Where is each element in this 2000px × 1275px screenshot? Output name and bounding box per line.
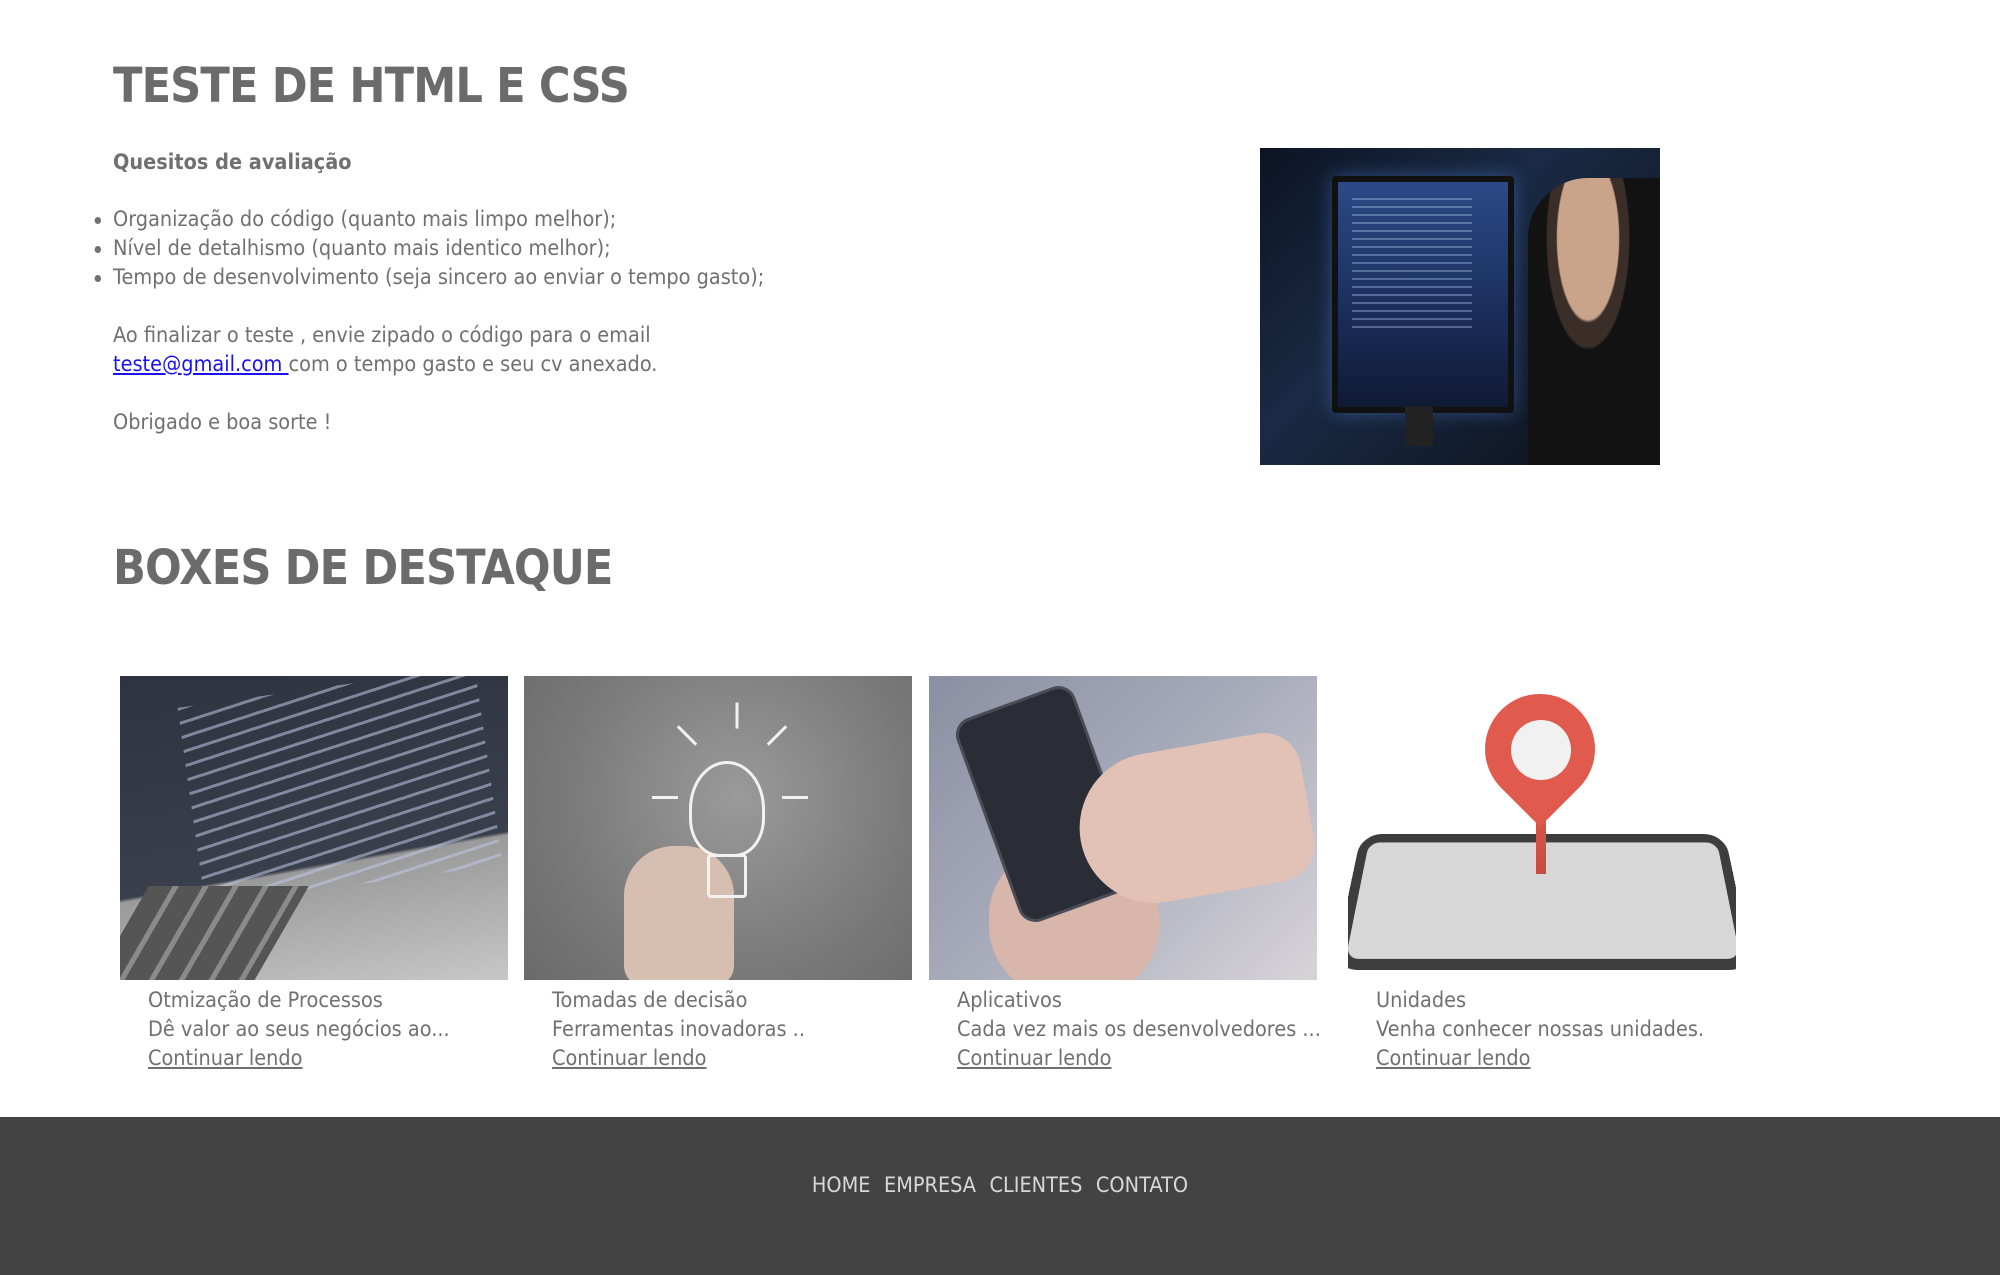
box-title: Otmização de Processos [148, 988, 383, 1012]
footer: HOME EMPRESA CLIENTES CONTATO [0, 1117, 2000, 1275]
light-ray-graphic [652, 796, 678, 799]
developer-graphic [1528, 178, 1660, 465]
instructions-text: Ao finalizar o teste , envie zipado o có… [113, 321, 665, 379]
box-text: Ferramentas inovadoras .. [552, 1017, 805, 1041]
email-link[interactable]: teste@gmail.com [113, 352, 289, 376]
box-caption: Unidades Venha conhecer nossas unidades.… [1376, 986, 1762, 1073]
box-title: Unidades [1376, 988, 1467, 1012]
instructions-before: Ao finalizar o teste , envie zipado o có… [113, 323, 651, 347]
box-title: Tomadas de decisão [552, 988, 748, 1012]
feature-box: Aplicativos Cada vez mais os desenvolved… [929, 676, 1321, 1070]
footer-nav: HOME EMPRESA CLIENTES CONTATO [80, 1173, 1920, 1197]
feature-box: Tomadas de decisão Ferramentas inovadora… [524, 676, 912, 1070]
criteria-list: Organização do código (quanto mais limpo… [94, 205, 849, 292]
hero-image [1260, 148, 1660, 465]
list-item: Organização do código (quanto mais limpo… [94, 205, 849, 234]
keyboard-graphic [120, 886, 309, 980]
footer-link-contato[interactable]: CONTATO [1096, 1173, 1188, 1197]
continue-reading-link[interactable]: Continuar lendo [1376, 1046, 1531, 1070]
footer-link-clientes[interactable]: CLIENTES [990, 1173, 1083, 1197]
feature-box: Otmização de Processos Dê valor ao seus … [120, 676, 508, 1070]
light-ray-graphic [782, 796, 808, 799]
continue-reading-link[interactable]: Continuar lendo [552, 1046, 707, 1070]
instructions-after: com o tempo gasto e seu cv anexado. [288, 352, 658, 376]
footer-link-empresa[interactable]: EMPRESA [884, 1173, 976, 1197]
code-lines-graphic [177, 676, 503, 906]
list-item: Tempo de desenvolvimento (seja sincero a… [94, 263, 849, 292]
feature-box: Unidades Venha conhecer nossas unidades.… [1348, 676, 1736, 1070]
page-title: TESTE DE HTML E CSS [113, 58, 630, 114]
box-caption: Otmização de Processos Dê valor ao seus … [148, 986, 534, 1073]
box-caption: Tomadas de decisão Ferramentas inovadora… [552, 986, 938, 1073]
box-text: Dê valor ao seus negócios ao... [148, 1017, 450, 1041]
box-text: Venha conhecer nossas unidades. [1376, 1017, 1705, 1041]
box-image [929, 676, 1317, 980]
box-image [1348, 676, 1736, 980]
section-title: BOXES DE DESTAQUE [113, 540, 613, 596]
light-ray-graphic [766, 725, 788, 746]
continue-reading-link[interactable]: Continuar lendo [148, 1046, 303, 1070]
criteria-heading: Quesitos de avaliação [113, 150, 352, 174]
box-image [524, 676, 912, 980]
intro-section: Quesitos de avaliação Organização do cód… [94, 148, 849, 437]
monitor-graphic [1332, 176, 1514, 413]
lightbulb-icon [689, 761, 765, 857]
light-ray-graphic [676, 725, 698, 746]
box-text: Cada vez mais os desenvolvedores ... [957, 1017, 1321, 1041]
footer-link-home[interactable]: HOME [812, 1173, 871, 1197]
continue-reading-link[interactable]: Continuar lendo [957, 1046, 1112, 1070]
map-pin-center-graphic [1511, 720, 1571, 780]
monitor-stand-graphic [1405, 406, 1433, 446]
list-item: Nível de detalhismo (quanto mais identic… [94, 234, 849, 263]
box-title: Aplicativos [957, 988, 1062, 1012]
lightbulb-base-graphic [707, 854, 747, 898]
light-ray-graphic [735, 702, 739, 729]
thanks-text: Obrigado e boa sorte ! [113, 410, 332, 434]
box-caption: Aplicativos Cada vez mais os desenvolved… [957, 986, 1343, 1073]
box-image [120, 676, 508, 980]
